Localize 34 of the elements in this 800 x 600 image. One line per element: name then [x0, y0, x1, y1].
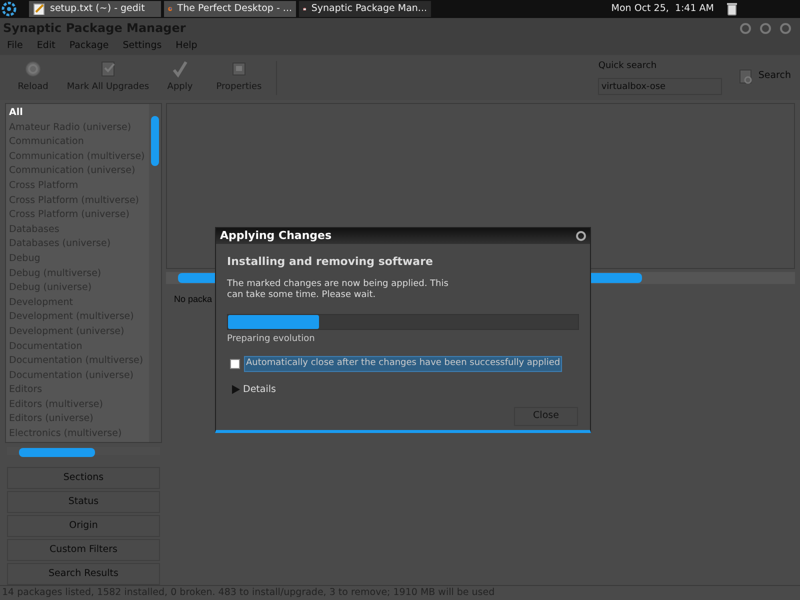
trash-icon[interactable]: [727, 2, 737, 16]
checklist-icon: [99, 60, 117, 78]
expander-label[interactable]: Details: [243, 382, 276, 397]
search-field[interactable]: virtualbox-ose: [598, 78, 722, 96]
clock-text: Mon Oct 25, 1:41 AM: [611, 2, 714, 16]
checkbox-label[interactable]: Automatically close after the changes have been successfully applied: [244, 356, 562, 372]
filter-button[interactable]: Sections: [7, 467, 160, 489]
gear-icon[interactable]: [1, 1, 17, 17]
section-item[interactable]: All: [9, 106, 149, 121]
taskbar-button[interactable]: Synaptic Package Man...: [299, 1, 431, 17]
expander-icon[interactable]: [232, 385, 240, 394]
notepad-icon: [33, 3, 45, 15]
checkbox[interactable]: [230, 358, 240, 369]
scrollbar[interactable]: [149, 104, 161, 442]
filter-button[interactable]: Status: [7, 491, 160, 513]
close-icon[interactable]: [576, 231, 586, 241]
checkmark-icon: [171, 60, 189, 78]
description-text: No packa: [174, 294, 212, 304]
taskbar-button[interactable]: setup.txt (~) - gedit: [29, 1, 161, 17]
quick-search-label: Quick search: [598, 60, 658, 73]
taskbar-button[interactable]: The Perfect Desktop - ...: [164, 1, 296, 17]
dialog-message: The marked changes are now being applied. This can take some time. Please wait.: [227, 278, 450, 300]
maximize-icon[interactable]: [760, 22, 771, 34]
filter-button[interactable]: Custom Filters: [7, 539, 160, 561]
filter-button[interactable]: Origin: [7, 515, 160, 537]
search-button[interactable]: Search: [738, 68, 791, 84]
search-icon: [738, 68, 754, 84]
minimize-icon[interactable]: [740, 22, 751, 34]
progress-step-text: Preparing evolution: [227, 332, 316, 346]
reload-icon: [24, 60, 42, 78]
document-icon: [230, 60, 248, 78]
dialog-title: Applying Changes: [220, 228, 332, 244]
filter-button[interactable]: Search Results: [7, 563, 160, 585]
dialog-heading: Installing and removing software: [227, 254, 434, 270]
